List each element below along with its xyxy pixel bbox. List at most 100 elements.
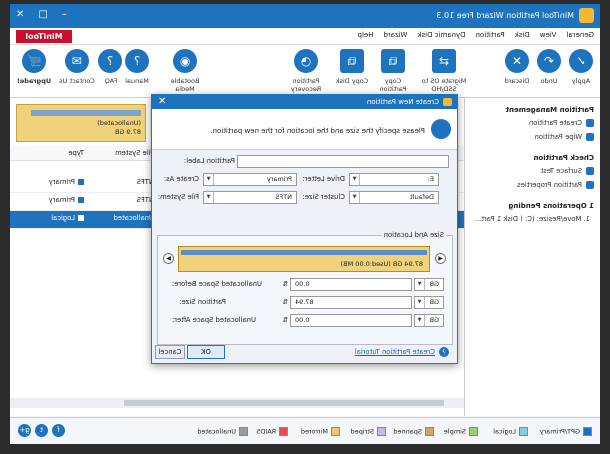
partition-recovery-button[interactable]: ◔ Partition Recovery [280,49,332,93]
size-stepper-icon[interactable]: ⇅ [282,298,288,306]
upgrade-button[interactable]: 🛒 Upgrade! [16,49,52,85]
sidebar-item-surface-test[interactable]: Surface Test [465,164,600,178]
manual-label: Manual [125,77,149,85]
legend-bar: GPT/Primary Logical Simple Spanned Strip… [10,417,600,444]
contact-us-button[interactable]: ✉ Contact Us [58,49,96,85]
legend-label: Unallocated [197,427,236,436]
chevron-down-icon: ▼ [350,174,360,185]
create-as-label: Create As: [163,175,199,183]
partition-size-unit[interactable]: GB ▼ [414,296,444,309]
legend-swatch [279,427,288,436]
legend-label: Logical [493,427,516,436]
faq-button[interactable]: ? FAQ [98,49,122,85]
menu-bar: General View Disk Partition Dynamic Disk… [10,28,600,45]
unalloc-after-input[interactable]: 0.00 [290,314,412,327]
operations-pending-heading: 1 Operations Pending [508,202,594,210]
menu-wizard[interactable]: Wizard [384,31,408,39]
undo-button[interactable]: ↶ Undo [534,49,564,85]
menu-help[interactable]: Help [358,31,374,39]
sidebar-item-label: Create Partition [528,119,582,127]
tutorial-link[interactable]: Create Partition Tutorial [355,348,435,356]
bootable-media-label: Bootable Media [170,77,200,93]
discard-button[interactable]: ✕ Discard [502,49,532,85]
unalloc-after-unit[interactable]: GB ▼ [414,314,444,327]
menu-dynamic-disk[interactable]: Dynamic Disk [417,31,465,39]
arrow-left-icon[interactable]: ◀ [435,253,446,264]
contact-us-label: Contact Us [59,77,95,85]
bootable-media-icon: ◉ [173,49,197,73]
legend-mirrored: Mirrored [301,427,340,436]
partition-management-heading: Partition Management [505,106,594,114]
mirrored-screen: MiniTool Partition Wizard Free 10.3 – □ … [0,0,610,454]
legend-unallocated: Unallocated [197,427,248,436]
primary-color-icon [78,197,84,203]
ok-button[interactable]: OK [187,345,225,359]
minimize-button[interactable]: – [62,9,67,20]
cell-type: Logical [51,214,84,222]
app-window: MiniTool Partition Wizard Free 10.3 – □ … [10,4,600,444]
legend-simple: Simple [444,427,478,436]
copy-partition-icon: ⧉ [381,49,405,73]
google-plus-icon[interactable]: g+ [18,424,31,437]
manual-icon: ? [125,49,149,73]
scrollbar-thumb[interactable] [124,400,444,406]
horizontal-scrollbar[interactable] [10,398,464,408]
create-partition-icon [586,119,594,127]
migrate-os-button[interactable]: ⇄ Migrate OS to SSD/HD [418,49,470,93]
cluster-size-value: Default [410,193,434,201]
action-sidebar: Partition Management Create Partition Wi… [464,98,600,416]
drive-letter-select[interactable]: E: ▼ [349,173,439,186]
discard-label: Discard [504,77,530,85]
migrate-os-icon: ⇄ [432,49,456,73]
menu-disk[interactable]: Disk [515,31,530,39]
legend-label: RAID5 [256,427,276,436]
manual-button[interactable]: ? Manual [124,49,150,85]
window-controls: – □ ✕ [16,9,67,20]
copy-partition-button[interactable]: ⧉ Copy Partition [372,49,414,93]
sidebar-item-create-partition[interactable]: Create Partition [465,116,600,130]
close-icon: ✕ [505,49,529,73]
wipe-partition-icon [586,133,594,141]
maximize-button[interactable]: □ [38,9,47,20]
size-location-group: Size And Location ◀ 87.94 GB (Used:0.00 … [157,231,453,345]
unalloc-before-unit[interactable]: GB ▼ [414,278,444,291]
menu-general[interactable]: General [566,31,594,39]
sidebar-item-partition-properties[interactable]: Partition Properties [465,178,600,192]
after-stepper-icon[interactable]: ⇅ [282,316,288,324]
unallocated-disk-card[interactable]: (Unallocated) 87.9 GB [16,104,146,142]
header-type: Type [68,149,84,157]
social-links: f t g+ [18,424,65,437]
unalloc-after-value: 0.00 [295,316,310,324]
apply-button[interactable]: ✓ Apply [566,49,596,85]
cluster-size-select[interactable]: Default ▼ [349,191,439,204]
arrow-right-icon[interactable]: ▶ [163,253,174,264]
cancel-button[interactable]: Cancel [155,345,185,359]
create-as-select[interactable]: Primary ▼ [203,173,297,186]
facebook-icon[interactable]: f [52,424,65,437]
dialog-close-button[interactable]: ✕ [158,96,166,107]
cell-file-system: Unallocated [113,214,154,222]
unalloc-before-input[interactable]: 0.00 [290,278,412,291]
copy-disk-button[interactable]: ⧉ Copy Disk [334,49,370,85]
menu-partition[interactable]: Partition [476,31,505,39]
menu-view[interactable]: View [540,31,557,39]
help-icon[interactable]: ? [439,347,449,357]
bootable-media-button[interactable]: ◉ Bootable Media [162,49,208,93]
copy-disk-label: Copy Disk [335,77,369,85]
partition-size-input[interactable]: 87.94 [290,296,412,309]
cell-type-text: Primary [48,196,75,204]
logical-color-icon [78,215,84,221]
file-system-select[interactable]: NTFS ▼ [203,191,297,204]
partition-size-bar[interactable]: 87.94 GB (Used:0.00 MB) [178,246,430,272]
dialog-title: Create New Partition [366,98,439,106]
pending-operation-item[interactable]: 1. Move/Resize: (C: ( Disk 1 Part... [465,212,600,226]
unit-stepper-icon[interactable]: ⇅ [282,280,288,288]
sidebar-item-wipe-partition[interactable]: Wipe Partition [465,130,600,144]
chevron-down-icon: ▼ [204,174,214,185]
close-window-button[interactable]: ✕ [16,9,24,20]
partition-recovery-icon: ◔ [294,49,318,73]
legend-swatch [469,427,478,436]
twitter-icon[interactable]: t [35,424,48,437]
partition-label-input[interactable] [237,155,449,168]
title-bar: MiniTool Partition Wizard Free 10.3 – □ … [10,4,600,28]
